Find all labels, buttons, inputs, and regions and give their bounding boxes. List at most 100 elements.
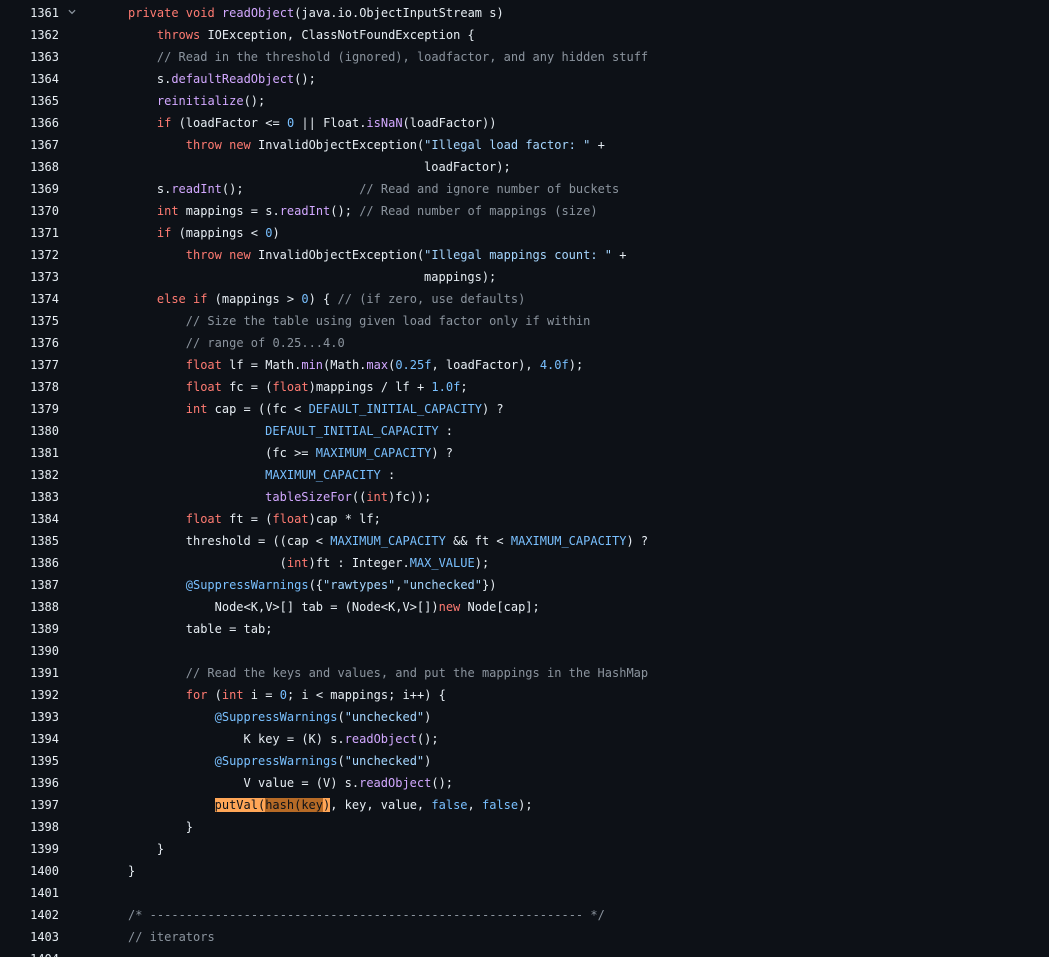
line-number[interactable]: 1386	[0, 552, 59, 574]
code-line: 1372 throw new InvalidObjectException("Il…	[0, 244, 1049, 266]
line-number[interactable]: 1368	[0, 156, 59, 178]
line-number[interactable]: 1371	[0, 222, 59, 244]
code-line: 1385 threshold = ((cap < MAXIMUM_CAPACITY…	[0, 530, 1049, 552]
constant-token: 0	[279, 688, 287, 702]
code-token: }	[185, 820, 193, 834]
function-token: max	[366, 358, 389, 372]
code-token: (loadFactor <=	[178, 116, 287, 130]
line-number[interactable]: 1404	[0, 948, 59, 957]
chevron-down-icon[interactable]	[68, 8, 76, 16]
line-number[interactable]: 1381	[0, 442, 59, 464]
line-number[interactable]: 1377	[0, 354, 59, 376]
constant-token: @SuppressWarnings	[214, 710, 338, 724]
line-number[interactable]: 1379	[0, 398, 59, 420]
line-number[interactable]: 1401	[0, 882, 59, 904]
code-line: 1393 @SuppressWarnings("unchecked")	[0, 706, 1049, 728]
code-content: MAXIMUM_CAPACITY :	[265, 464, 395, 486]
code-content: reinitialize();	[157, 90, 265, 112]
line-number[interactable]: 1400	[0, 860, 59, 882]
constant-token: @SuppressWarnings	[185, 578, 309, 592]
line-number[interactable]: 1378	[0, 376, 59, 398]
code-token: , key, value,	[330, 798, 432, 812]
keyword-token: private void	[128, 6, 222, 20]
highlighted-token[interactable]: hash(key	[265, 798, 323, 812]
string-token: "Illegal mappings count: "	[424, 248, 613, 262]
line-number[interactable]: 1394	[0, 728, 59, 750]
line-number[interactable]: 1375	[0, 310, 59, 332]
code-line: 1373 mappings);	[0, 266, 1049, 288]
line-number[interactable]: 1388	[0, 596, 59, 618]
code-token: ; i < mappings; i++) {	[286, 688, 446, 702]
code-content: int cap = ((fc < DEFAULT_INITIAL_CAPACIT…	[186, 398, 504, 420]
line-number[interactable]: 1399	[0, 838, 59, 860]
line-number[interactable]: 1369	[0, 178, 59, 200]
keyword-token: float	[185, 512, 230, 526]
code-line: 1395 @SuppressWarnings("unchecked")	[0, 750, 1049, 772]
line-number[interactable]: 1380	[0, 420, 59, 442]
code-line: 1394 K key = (K) s.readObject();	[0, 728, 1049, 750]
line-number[interactable]: 1370	[0, 200, 59, 222]
code-content: /* -------------------------------------…	[128, 904, 605, 926]
keyword-token: for	[185, 688, 215, 702]
code-line: 1401	[0, 882, 1049, 904]
line-number[interactable]: 1396	[0, 772, 59, 794]
code-token: ();	[431, 776, 454, 790]
line-number[interactable]: 1391	[0, 662, 59, 684]
line-number[interactable]: 1395	[0, 750, 59, 772]
code-content: table = tab;	[186, 618, 273, 640]
code-content: else if (mappings > 0) { // (if zero, us…	[157, 288, 525, 310]
constant-token: false	[481, 798, 519, 812]
line-number[interactable]: 1392	[0, 684, 59, 706]
code-content: for (int i = 0; i < mappings; i++) {	[186, 684, 446, 706]
code-line: 1402 /* ---------------------------------…	[0, 904, 1049, 926]
code-token: threshold = ((cap <	[185, 534, 331, 548]
code-token: (fc >=	[265, 446, 316, 460]
line-number[interactable]: 1372	[0, 244, 59, 266]
line-number[interactable]: 1366	[0, 112, 59, 134]
constant-token: MAXIMUM_CAPACITY	[265, 468, 381, 482]
code-content: int mappings = s.readInt(); // Read numb…	[157, 200, 598, 222]
keyword-token: int	[366, 490, 389, 504]
line-number[interactable]: 1376	[0, 332, 59, 354]
code-line: 1386 (int)ft : Integer.MAX_VALUE);	[0, 552, 1049, 574]
line-number[interactable]: 1389	[0, 618, 59, 640]
code-content: @SuppressWarnings("unchecked")	[215, 706, 432, 728]
code-content: private void readObject(java.io.ObjectIn…	[128, 2, 504, 24]
highlighted-token[interactable]: putVal(	[214, 798, 266, 812]
code-line: 1398}	[0, 816, 1049, 838]
line-number[interactable]: 1367	[0, 134, 59, 156]
function-token: readObject	[344, 732, 417, 746]
line-number[interactable]: 1365	[0, 90, 59, 112]
line-number[interactable]: 1363	[0, 46, 59, 68]
line-number[interactable]: 1398	[0, 816, 59, 838]
code-token: s.	[156, 182, 172, 196]
code-line: 1369 s.readInt(); // Read and ignore numb…	[0, 178, 1049, 200]
line-number[interactable]: 1397	[0, 794, 59, 816]
constant-token: false	[431, 798, 468, 812]
code-line: 1376 // range of 0.25...4.0	[0, 332, 1049, 354]
line-number[interactable]: 1361	[0, 2, 59, 24]
line-number[interactable]: 1387	[0, 574, 59, 596]
line-number[interactable]: 1385	[0, 530, 59, 552]
line-number[interactable]: 1364	[0, 68, 59, 90]
line-number[interactable]: 1393	[0, 706, 59, 728]
line-number[interactable]: 1374	[0, 288, 59, 310]
line-number[interactable]: 1403	[0, 926, 59, 948]
code-token: s.	[156, 72, 172, 86]
line-number[interactable]: 1373	[0, 266, 59, 288]
line-number[interactable]: 1384	[0, 508, 59, 530]
line-number[interactable]: 1390	[0, 640, 59, 662]
code-token: )	[424, 754, 432, 768]
code-content: throws IOException, ClassNotFoundExcepti…	[157, 24, 475, 46]
line-number[interactable]: 1383	[0, 486, 59, 508]
code-token: ();	[221, 182, 360, 196]
code-line: 1362 throws IOException, ClassNotFoundExc…	[0, 24, 1049, 46]
line-number[interactable]: 1402	[0, 904, 59, 926]
code-line: 1374 else if (mappings > 0) { // (if zero…	[0, 288, 1049, 310]
keyword-token: if	[156, 226, 179, 240]
line-number[interactable]: 1382	[0, 464, 59, 486]
code-token: mappings = s.	[185, 204, 280, 218]
code-token: InvalidObjectException(	[258, 138, 425, 152]
line-number[interactable]: 1362	[0, 24, 59, 46]
constant-token: MAX_VALUE	[409, 556, 475, 570]
